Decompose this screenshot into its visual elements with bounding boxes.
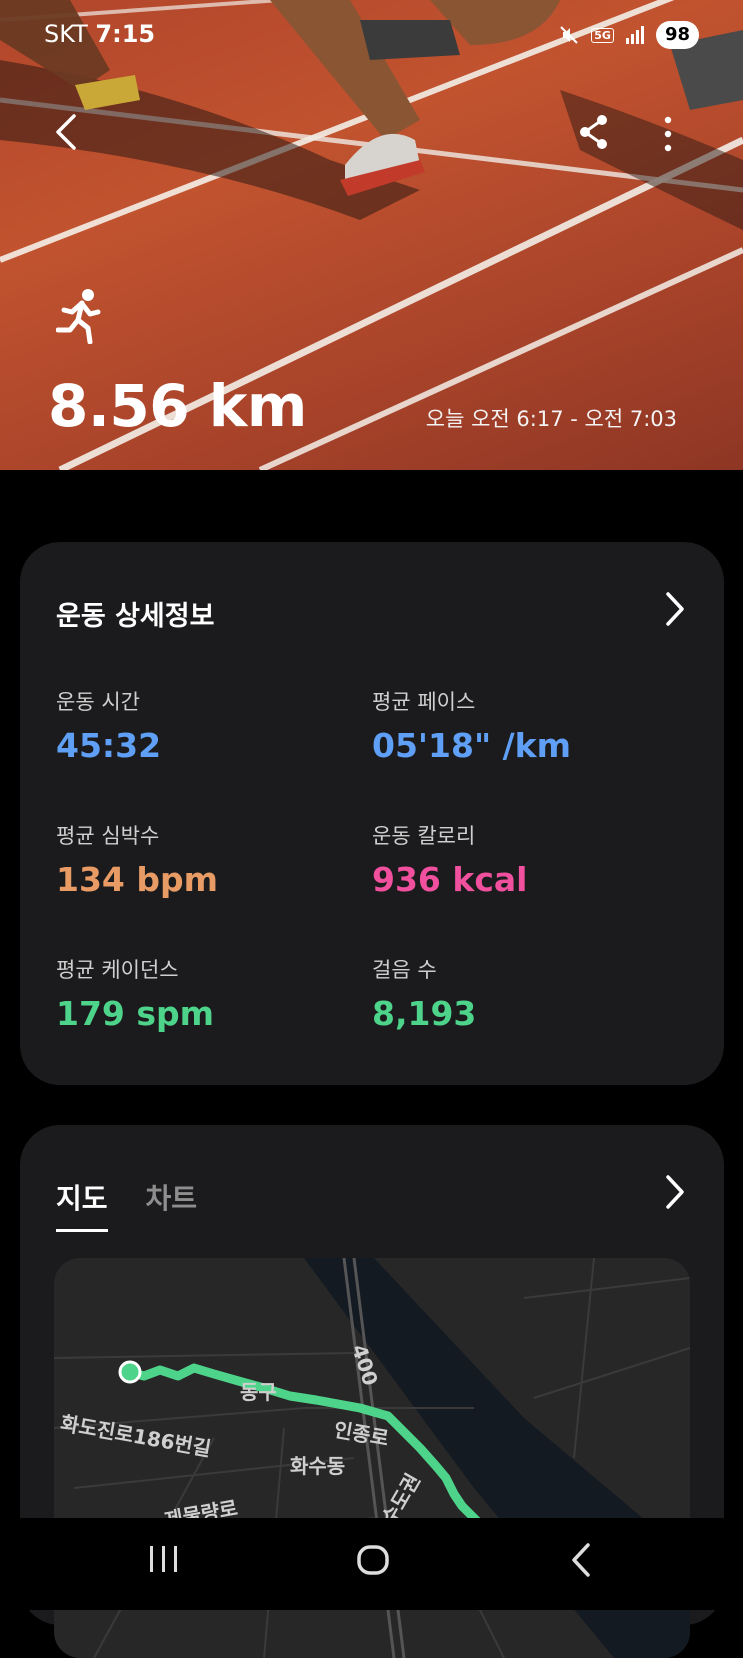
status-icons: 5G 98 bbox=[557, 20, 699, 50]
stat-label: 평균 심박수 bbox=[56, 824, 160, 848]
workout-details-card[interactable]: 운동 상세정보 운동 시간 45:32 평균 페이스 05'18" /km 평균… bbox=[20, 542, 724, 1085]
chevron-right-icon bbox=[666, 592, 684, 626]
stat-label: 운동 칼로리 bbox=[372, 824, 476, 848]
map-label-area: 화수동 bbox=[290, 1454, 346, 1478]
running-person-icon bbox=[55, 288, 102, 348]
stat-value: 8,193 bbox=[372, 994, 477, 1033]
more-vertical-icon bbox=[664, 116, 672, 152]
back-arrow-icon bbox=[56, 114, 76, 150]
stat-label: 운동 시간 bbox=[56, 690, 140, 714]
recent-apps-button[interactable] bbox=[148, 1544, 180, 1578]
map-label-district: 동구 bbox=[240, 1380, 277, 1404]
network-type-badge: 5G bbox=[591, 27, 614, 43]
back-nav-icon bbox=[572, 1543, 590, 1577]
carrier-label: SKT bbox=[44, 20, 88, 48]
share-button[interactable] bbox=[578, 114, 610, 154]
stat-value: 936 kcal bbox=[372, 860, 528, 899]
share-icon bbox=[580, 115, 607, 149]
map-chart-tabs: 지도 차트 bbox=[56, 1177, 197, 1232]
details-chevron-button[interactable] bbox=[664, 590, 686, 632]
tab-map[interactable]: 지도 bbox=[56, 1177, 108, 1232]
stat-calories: 운동 칼로리 936 kcal bbox=[372, 820, 527, 899]
map-chevron-button[interactable] bbox=[664, 1173, 686, 1215]
stat-value: 134 bpm bbox=[56, 860, 219, 899]
total-distance: 8.56 km bbox=[48, 372, 307, 440]
tab-chart[interactable]: 차트 bbox=[146, 1177, 198, 1232]
stat-value: 179 spm bbox=[56, 994, 215, 1033]
stat-steps: 걸음 수 8,193 bbox=[372, 954, 476, 1033]
stat-label: 걸음 수 bbox=[372, 958, 437, 982]
stat-value: 05'18" /km bbox=[372, 726, 572, 765]
back-button[interactable] bbox=[52, 112, 82, 156]
stat-avg-cadence: 평균 케이던스 179 spm bbox=[56, 954, 214, 1033]
mute-icon bbox=[560, 26, 578, 44]
stat-label: 평균 페이스 bbox=[372, 690, 476, 714]
status-bar: SKT 7:15 5G 98 bbox=[0, 0, 743, 70]
stat-value: 45:32 bbox=[56, 726, 162, 765]
signal-icon bbox=[625, 26, 644, 44]
chevron-right-icon bbox=[666, 1175, 684, 1209]
clock-time: 7:15 bbox=[95, 20, 156, 48]
home-icon bbox=[357, 1545, 389, 1575]
system-navigation-bar bbox=[0, 1518, 743, 1610]
home-button[interactable] bbox=[356, 1544, 390, 1580]
status-carrier-time: SKT 7:15 bbox=[44, 20, 155, 48]
back-nav-button[interactable] bbox=[570, 1542, 592, 1582]
battery-level: 98 bbox=[655, 21, 699, 49]
stat-avg-heart-rate: 평균 심박수 134 bpm bbox=[56, 820, 218, 899]
card-title: 운동 상세정보 bbox=[56, 601, 215, 632]
recent-apps-icon bbox=[150, 1546, 177, 1572]
hero-banner: SKT 7:15 5G 98 8.56 km 오늘 오전 6:17 - 오전 7… bbox=[0, 0, 743, 470]
stat-avg-pace: 평균 페이스 05'18" /km bbox=[372, 686, 571, 765]
stat-duration: 운동 시간 45:32 bbox=[56, 686, 161, 765]
workout-time-range: 오늘 오전 6:17 - 오전 7:03 bbox=[425, 407, 677, 431]
stat-label: 평균 케이던스 bbox=[56, 958, 179, 982]
more-options-button[interactable] bbox=[662, 116, 674, 156]
route-start-marker bbox=[118, 1360, 142, 1384]
